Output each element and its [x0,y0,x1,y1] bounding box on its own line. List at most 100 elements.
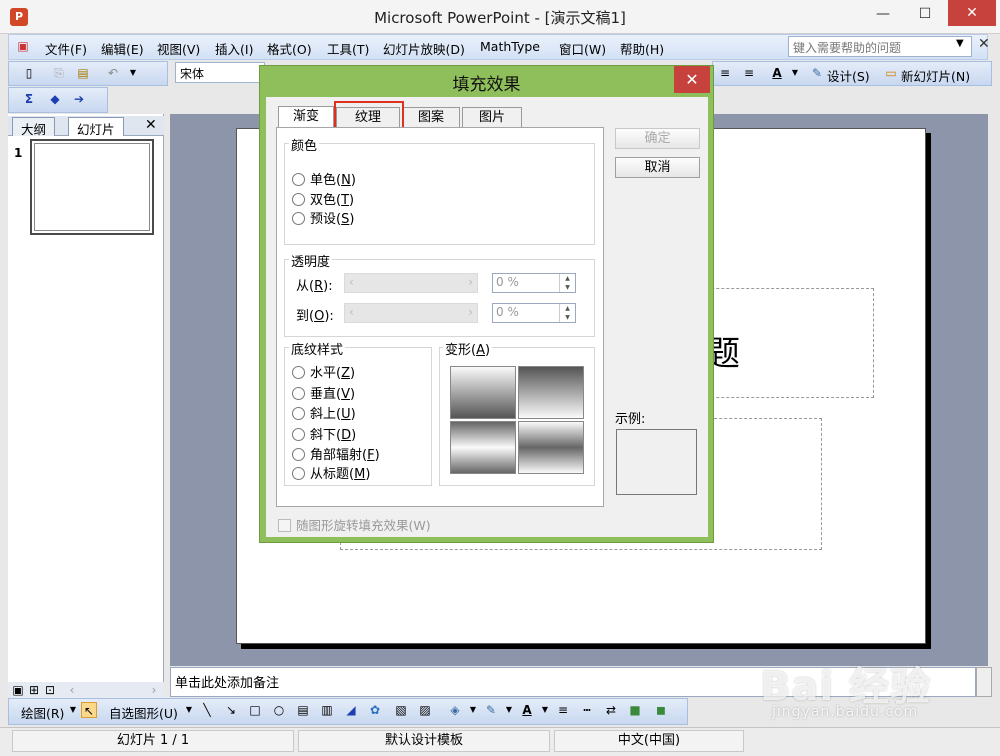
help-search-input[interactable]: 键入需要帮助的问题 [788,36,972,57]
close-window-button[interactable]: ✕ [948,0,996,26]
radio-horizontal[interactable]: 水平(Z) [292,362,355,381]
chevron-down-icon[interactable]: ▼ [537,702,553,718]
menu-window[interactable]: 窗口(W) [559,39,606,58]
spin-buttons[interactable]: ▲ ▼ [559,304,575,322]
menu-insert[interactable]: 插入(I) [215,39,253,58]
variant-3[interactable] [450,421,516,474]
line-style-icon[interactable]: ≡ [555,702,571,718]
tab-pattern[interactable]: 图案 [402,107,460,127]
menu-edit[interactable]: 编辑(E) [101,39,144,58]
to-transparency-input[interactable]: 0 % ▲ ▼ [492,303,576,323]
outdent-icon[interactable]: ≡ [741,65,757,81]
textbox-icon[interactable]: ▤ [295,702,311,718]
dialog-close-button[interactable]: ✕ [674,66,710,93]
radio-icon[interactable] [292,387,305,400]
tab-slides[interactable]: 幻灯片 [68,117,124,137]
scroll-right-icon[interactable]: › [146,682,162,698]
notes-scrollbar[interactable] [976,667,992,697]
arrow-icon[interactable]: ↘ [223,702,239,718]
oval-icon[interactable]: ○ [271,702,287,718]
ok-button[interactable]: 确定 [615,128,700,149]
arrow-right-icon[interactable]: ➔ [71,91,87,107]
picture-icon[interactable]: ▨ [417,702,433,718]
vertical-textbox-icon[interactable]: ▥ [319,702,335,718]
copy-icon[interactable]: ⎘ [51,65,67,81]
radio-preset[interactable]: 预设(S) [292,208,354,227]
radio-vertical[interactable]: 垂直(V) [292,383,355,402]
normal-view-icon[interactable]: ▣ [10,682,26,698]
chevron-down-icon[interactable]: ▼ [465,702,481,718]
new-slide-button[interactable]: 新幻灯片(N) [901,66,970,85]
slider-right-icon[interactable]: › [468,305,473,319]
clipart-icon[interactable]: ▧ [393,702,409,718]
radio-icon[interactable] [292,428,305,441]
menu-help[interactable]: 帮助(H) [620,39,664,58]
from-transparency-input[interactable]: 0 % ▲ ▼ [492,273,576,293]
design-icon[interactable]: ✎ [809,65,825,81]
slider-left-icon[interactable]: ‹ [349,275,354,289]
new-slide-icon[interactable]: ▭ [883,65,899,81]
radio-from-title[interactable]: 从标题(M) [292,463,370,482]
cancel-button[interactable]: 取消 [615,157,700,178]
arrow-left-icon[interactable]: ◆ [47,91,63,107]
menu-slideshow[interactable]: 幻灯片放映(D) [383,39,465,58]
3d-icon[interactable]: ◼ [653,702,669,718]
radio-diagonal-up[interactable]: 斜上(U) [292,403,356,422]
tab-gradient[interactable]: 渐变 [278,106,334,128]
chevron-down-icon[interactable]: ▼ [501,702,517,718]
close-document-button[interactable]: ✕ [978,36,990,52]
menu-format[interactable]: 格式(O) [267,39,312,58]
font-color-icon[interactable]: A [769,65,785,81]
slideshow-view-icon[interactable]: ⊡ [42,682,58,698]
design-button[interactable]: 设计(S) [827,66,870,85]
from-transparency-slider[interactable]: ‹ › [344,273,478,293]
new-file-icon[interactable]: ▯ [21,65,37,81]
draw-menu-button[interactable]: 绘图(R) [21,703,64,722]
tab-outline[interactable]: 大纲 [12,117,56,137]
radio-icon[interactable] [292,366,305,379]
radio-one-color[interactable]: 单色(N) [292,169,356,188]
variant-2[interactable] [518,366,584,419]
menu-view[interactable]: 视图(V) [157,39,200,58]
line-color-icon[interactable]: ✎ [483,702,499,718]
radio-two-colors[interactable]: 双色(T) [292,189,354,208]
indent-icon[interactable]: ≡ [717,65,733,81]
spin-buttons[interactable]: ▲ ▼ [559,274,575,292]
maximize-button[interactable]: ☐ [910,2,940,26]
paste-icon[interactable]: ▤ [75,65,91,81]
chevron-down-icon[interactable]: ▼ [956,38,964,49]
diagram-icon[interactable]: ✿ [367,702,383,718]
variant-4[interactable] [518,421,584,474]
menu-tools[interactable]: 工具(T) [327,39,369,58]
radio-icon[interactable] [292,407,305,420]
chevron-down-icon[interactable]: ▼ [125,65,141,81]
radio-icon[interactable] [292,173,305,186]
line-icon[interactable]: ╲ [199,702,215,718]
undo-icon[interactable]: ↶ [105,65,121,81]
chevron-down-icon[interactable]: ▼ [181,702,197,718]
radio-icon[interactable] [292,193,305,206]
slider-right-icon[interactable]: › [468,275,473,289]
radio-from-corner[interactable]: 角部辐射(F) [292,444,380,463]
minimize-button[interactable]: — [868,2,898,26]
document-icon[interactable]: ▣ [15,38,31,54]
font-color-icon[interactable]: A [519,702,535,718]
wordart-icon[interactable]: ◢ [343,702,359,718]
radio-diagonal-down[interactable]: 斜下(D) [292,424,356,443]
variant-1[interactable] [450,366,516,419]
slide-sorter-icon[interactable]: ⊞ [26,682,42,698]
radio-icon[interactable] [292,467,305,480]
arrow-style-icon[interactable]: ⇄ [603,702,619,718]
menu-mathtype[interactable]: MathType [480,39,540,54]
autoshapes-button[interactable]: 自选图形(U) [109,703,178,722]
chevron-down-icon[interactable]: ▼ [787,65,803,81]
checkbox-icon[interactable] [278,519,291,532]
radio-icon[interactable] [292,212,305,225]
fill-color-icon[interactable]: ◈ [447,702,463,718]
menu-file[interactable]: 文件(F) [45,39,87,58]
select-pointer-icon[interactable]: ↖ [81,702,97,718]
scroll-left-icon[interactable]: ‹ [64,682,80,698]
shadow-icon[interactable]: ■ [627,702,643,718]
rotate-with-shape-checkbox[interactable]: 随图形旋转填充效果(W) [278,515,431,534]
font-name-select[interactable]: 宋体 [175,62,265,83]
